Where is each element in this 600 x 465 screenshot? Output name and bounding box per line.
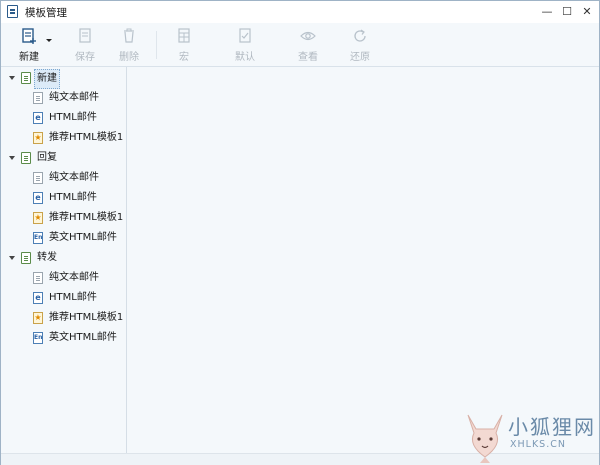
save-button[interactable]: 保存: [63, 27, 107, 63]
toolbar-separator: [156, 31, 157, 59]
text-document-icon: [33, 92, 43, 104]
text-document-icon: [33, 172, 43, 184]
new-document-icon: [22, 28, 36, 44]
en-document-icon: En: [33, 232, 43, 244]
folder-list-icon: [21, 152, 31, 164]
new-button-label: 新建: [19, 52, 39, 63]
folder-list-icon: [21, 252, 31, 264]
delete-button-label: 删除: [119, 52, 139, 63]
star-document-icon: ★: [33, 132, 43, 144]
tree-item-label: 推荐HTML模板1: [49, 132, 124, 143]
macro-button[interactable]: 宏: [162, 27, 206, 63]
save-button-label: 保存: [75, 52, 95, 63]
html-document-icon: e: [33, 192, 43, 204]
template-app-icon: [7, 5, 18, 18]
html-document-icon: e: [33, 112, 43, 124]
fox-logo-icon: [467, 414, 503, 463]
template-manager-window: 模板管理 — ☐ ✕ 新建 保存 删除 宏 默认 查看 还原 新建 纯文本邮件 …: [0, 0, 600, 465]
eye-icon: [300, 31, 316, 41]
collapse-arrow-icon[interactable]: [9, 256, 15, 260]
maximize-button[interactable]: ☐: [559, 4, 575, 20]
window-title: 模板管理: [25, 7, 67, 19]
tree-item-label: 英文HTML邮件: [49, 332, 117, 343]
refresh-icon: [354, 29, 366, 42]
tree-item-label: 纯文本邮件: [49, 172, 99, 183]
template-tree[interactable]: 新建 纯文本邮件 e HTML邮件 ★ 推荐HTML模板1 回复 纯文本邮件 e…: [1, 67, 127, 453]
restore-button[interactable]: 还原: [338, 27, 382, 63]
default-check-document-icon: [239, 28, 251, 43]
tree-item-label: 推荐HTML模板1: [49, 212, 124, 223]
tree-item-label: 纯文本邮件: [49, 92, 99, 103]
title-bar[interactable]: 模板管理 — ☐ ✕: [1, 1, 599, 23]
tree-item-label: 英文HTML邮件: [49, 232, 117, 243]
tree-item-label: HTML邮件: [49, 112, 97, 123]
close-button[interactable]: ✕: [579, 4, 595, 20]
template-preview-pane[interactable]: [127, 67, 599, 453]
star-document-icon: ★: [33, 212, 43, 224]
collapse-arrow-icon[interactable]: [9, 76, 15, 80]
toolbar: 新建 保存 删除 宏 默认 查看 还原: [1, 23, 599, 67]
save-document-icon: [79, 28, 91, 43]
new-dropdown-arrow-icon[interactable]: [46, 39, 52, 42]
watermark-text: 小狐狸网: [508, 415, 596, 439]
default-button-label: 默认: [235, 52, 255, 63]
tree-item-label: HTML邮件: [49, 192, 97, 203]
en-document-icon: En: [33, 332, 43, 344]
html-document-icon: e: [33, 292, 43, 304]
folder-list-icon: [21, 72, 31, 84]
trash-icon: [124, 28, 134, 43]
watermark-url: XHLKS.CN: [510, 439, 566, 450]
tree-group-label: 回复: [37, 152, 57, 163]
macro-button-label: 宏: [179, 52, 189, 63]
macro-calculator-icon: [178, 28, 190, 43]
view-button-label: 查看: [298, 52, 318, 63]
tree-item-label: 纯文本邮件: [49, 272, 99, 283]
default-button[interactable]: 默认: [223, 27, 267, 63]
minimize-button[interactable]: —: [539, 4, 555, 20]
tree-item-label: HTML邮件: [49, 292, 97, 303]
restore-button-label: 还原: [350, 52, 370, 63]
star-document-icon: ★: [33, 312, 43, 324]
view-button[interactable]: 查看: [286, 27, 330, 63]
tree-item-label: 推荐HTML模板1: [49, 312, 124, 323]
new-button[interactable]: 新建: [7, 27, 51, 63]
delete-button[interactable]: 删除: [107, 27, 151, 63]
collapse-arrow-icon[interactable]: [9, 156, 15, 160]
tree-group-label: 转发: [37, 252, 57, 263]
tree-group-label: 新建: [34, 69, 60, 89]
text-document-icon: [33, 272, 43, 284]
watermark: 小狐狸网 XHLKS.CN: [460, 405, 600, 465]
